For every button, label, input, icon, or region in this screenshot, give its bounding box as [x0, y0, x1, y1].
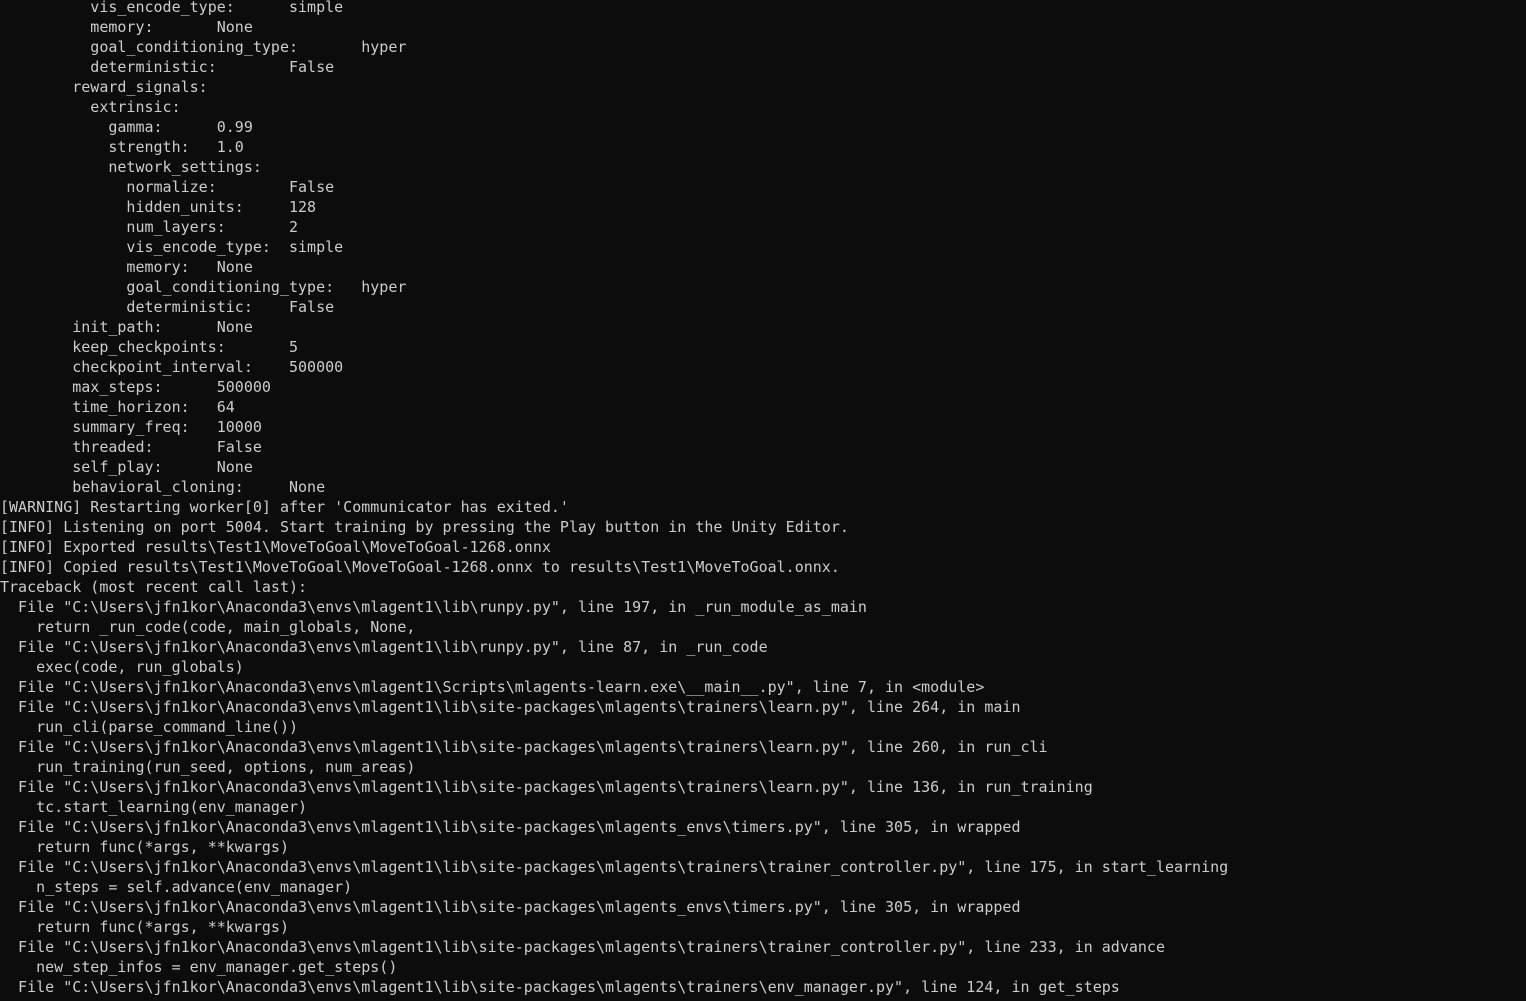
console-line: deterministic: False	[0, 298, 335, 316]
console-line: normalize: False	[0, 178, 335, 196]
console-line: self_play: None	[0, 458, 253, 476]
console-line: keep_checkpoints: 5	[0, 338, 299, 356]
info-line: [INFO] Copied results\Test1\MoveToGoal\M…	[0, 558, 840, 576]
info-line: [INFO] Listening on port 5004. Start tra…	[0, 518, 849, 536]
traceback-line: File "C:\Users\jfn1kor\Anaconda3\envs\ml…	[0, 898, 1021, 916]
traceback-line: File "C:\Users\jfn1kor\Anaconda3\envs\ml…	[0, 938, 1165, 956]
traceback-line: File "C:\Users\jfn1kor\Anaconda3\envs\ml…	[0, 638, 768, 656]
traceback-line: n_steps = self.advance(env_manager)	[0, 878, 353, 896]
console-line: time_horizon: 64	[0, 398, 235, 416]
traceback-header: Traceback (most recent call last):	[0, 578, 308, 596]
console-line: strength: 1.0	[0, 138, 244, 156]
console-line: goal_conditioning_type: hyper	[0, 38, 407, 56]
traceback-line: exec(code, run_globals)	[0, 658, 244, 676]
traceback-line: return _run_code(code, main_globals, Non…	[0, 618, 416, 636]
console-line: threaded: False	[0, 438, 262, 456]
traceback-line: File "C:\Users\jfn1kor\Anaconda3\envs\ml…	[0, 598, 867, 616]
console-line: extrinsic:	[0, 98, 181, 116]
console-output[interactable]: vis_encode_type: simple memory: None goa…	[0, 0, 1526, 1001]
console-line: checkpoint_interval: 500000	[0, 358, 344, 376]
console-line: network_settings:	[0, 158, 262, 176]
console-line: hidden_units: 128	[0, 198, 317, 216]
traceback-line: run_training(run_seed, options, num_area…	[0, 758, 416, 776]
warning-line: [WARNING] Restarting worker[0] after 'Co…	[0, 498, 569, 516]
traceback-line: return func(*args, **kwargs)	[0, 918, 289, 936]
traceback-line: File "C:\Users\jfn1kor\Anaconda3\envs\ml…	[0, 778, 1093, 796]
console-line: goal_conditioning_type: hyper	[0, 278, 407, 296]
traceback-line: File "C:\Users\jfn1kor\Anaconda3\envs\ml…	[0, 698, 1021, 716]
console-line: init_path: None	[0, 318, 253, 336]
traceback-line: File "C:\Users\jfn1kor\Anaconda3\envs\ml…	[0, 678, 985, 696]
console-line: summary_freq: 10000	[0, 418, 262, 436]
console-line: vis_encode_type: simple	[0, 0, 344, 16]
console-line: gamma: 0.99	[0, 118, 253, 136]
traceback-line: run_cli(parse_command_line())	[0, 718, 299, 736]
console-line: memory: None	[0, 18, 253, 36]
traceback-line: tc.start_learning(env_manager)	[0, 798, 308, 816]
traceback-line: File "C:\Users\jfn1kor\Anaconda3\envs\ml…	[0, 978, 1120, 996]
console-line: max_steps: 500000	[0, 378, 271, 396]
traceback-line: new_step_infos = env_manager.get_steps()	[0, 958, 398, 976]
traceback-line: File "C:\Users\jfn1kor\Anaconda3\envs\ml…	[0, 818, 1021, 836]
console-line: behavioral_cloning: None	[0, 478, 326, 496]
traceback-line: return func(*args, **kwargs)	[0, 838, 289, 856]
console-line: memory: None	[0, 258, 253, 276]
console-line: num_layers: 2	[0, 218, 299, 236]
info-line: [INFO] Exported results\Test1\MoveToGoal…	[0, 538, 551, 556]
traceback-line: File "C:\Users\jfn1kor\Anaconda3\envs\ml…	[0, 738, 1048, 756]
console-line: deterministic: False	[0, 58, 335, 76]
traceback-line: File "C:\Users\jfn1kor\Anaconda3\envs\ml…	[0, 858, 1229, 876]
console-line: reward_signals:	[0, 78, 208, 96]
console-line: vis_encode_type: simple	[0, 238, 344, 256]
